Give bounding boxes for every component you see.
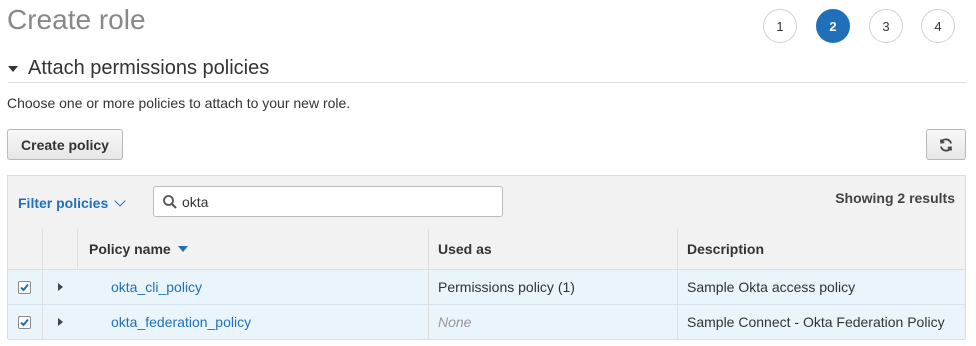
policy-name-cell: okta_cli_policy bbox=[111, 270, 411, 304]
section-header[interactable]: Attach permissions policies bbox=[8, 54, 966, 83]
column-policy-name-label: Policy name bbox=[89, 241, 171, 257]
chevron-down-icon bbox=[114, 195, 126, 207]
filter-policies-dropdown[interactable]: Filter policies bbox=[18, 195, 126, 211]
used-as-cell: None bbox=[428, 305, 677, 339]
column-used-as-label: Used as bbox=[438, 241, 492, 257]
used-as-cell: Permissions policy (1) bbox=[428, 270, 677, 304]
create-policy-button[interactable]: Create policy bbox=[7, 129, 123, 160]
table-header: Policy name Used as Description bbox=[8, 229, 965, 270]
policy-name-link[interactable]: okta_cli_policy bbox=[111, 279, 202, 295]
policy-name-link[interactable]: okta_federation_policy bbox=[111, 314, 251, 330]
step-1[interactable]: 1 bbox=[763, 9, 797, 43]
description-cell: Sample Okta access policy bbox=[677, 270, 965, 304]
step-4[interactable]: 4 bbox=[921, 9, 955, 43]
refresh-button[interactable] bbox=[926, 129, 966, 160]
row-checkbox-cell[interactable] bbox=[18, 270, 42, 304]
search-input[interactable] bbox=[182, 193, 482, 210]
header-divider bbox=[42, 229, 43, 269]
search-icon bbox=[163, 194, 177, 209]
policies-table: Filter policies Showing 2 results Policy… bbox=[7, 175, 966, 340]
expand-caret-icon[interactable] bbox=[57, 283, 63, 291]
search-box[interactable] bbox=[153, 186, 503, 217]
sort-desc-icon[interactable] bbox=[177, 246, 188, 252]
column-header-used-as[interactable]: Used as bbox=[428, 229, 677, 269]
description-cell: Sample Connect - Okta Federation Policy bbox=[677, 305, 965, 339]
column-description-label: Description bbox=[687, 241, 765, 257]
row-expand-cell[interactable] bbox=[42, 305, 77, 339]
column-header-policy-name[interactable]: Policy name bbox=[77, 229, 422, 269]
filter-policies-label: Filter policies bbox=[18, 195, 109, 211]
checkmark-icon bbox=[20, 318, 29, 326]
expand-caret-icon[interactable] bbox=[57, 318, 63, 326]
row-checkbox[interactable] bbox=[18, 280, 31, 294]
table-row[interactable]: okta_federation_policy None Sample Conne… bbox=[8, 305, 965, 340]
step-2-active[interactable]: 2 bbox=[816, 9, 850, 43]
column-header-description[interactable]: Description bbox=[677, 229, 965, 269]
row-checkbox[interactable] bbox=[18, 315, 31, 329]
policy-name-cell: okta_federation_policy bbox=[111, 305, 411, 339]
results-count: Showing 2 results bbox=[835, 190, 955, 206]
section-description: Choose one or more policies to attach to… bbox=[7, 95, 351, 111]
collapse-caret-icon[interactable] bbox=[8, 66, 18, 72]
section-title: Attach permissions policies bbox=[28, 56, 270, 79]
filter-bar: Filter policies Showing 2 results bbox=[8, 176, 965, 230]
row-checkbox-cell[interactable] bbox=[18, 305, 42, 339]
table-row[interactable]: okta_cli_policy Permissions policy (1) S… bbox=[8, 270, 965, 305]
row-expand-cell[interactable] bbox=[42, 270, 77, 304]
checkmark-icon bbox=[20, 283, 29, 291]
refresh-icon bbox=[940, 137, 952, 152]
wizard-steps: 1 2 3 4 bbox=[0, 9, 976, 45]
header-spacer bbox=[42, 229, 77, 269]
step-3[interactable]: 3 bbox=[869, 9, 903, 43]
